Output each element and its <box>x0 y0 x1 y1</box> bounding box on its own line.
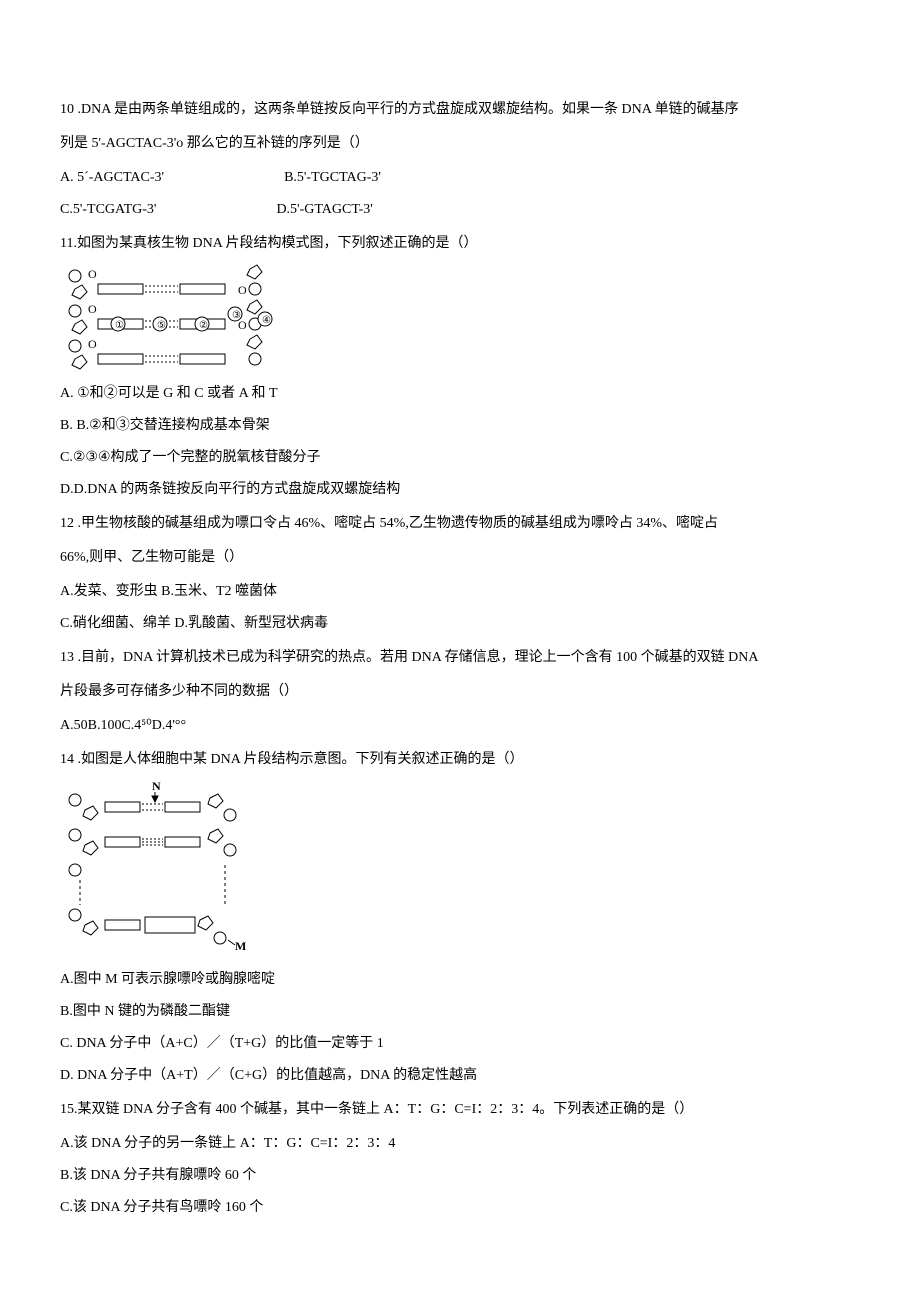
svg-text:M: M <box>235 939 246 953</box>
q11-opt-d: D.D.DNA 的两条链按反向平行的方式盘旋成双螺旋结构 <box>60 476 860 504</box>
q12-stem-line2: 66%,则甲、乙生物可能是（） <box>60 544 860 572</box>
q15-opt-a: A.该 DNA 分子的另一条链上 A：T：G：C=I：2：3：4 <box>60 1130 860 1158</box>
q12-opt-ab: A.发菜、变形虫 B.玉米、T2 噬菌体 <box>60 578 860 606</box>
q10-options-row1: A. 5ˊ-AGCTAC-3' B.5'-TGCTAG-3' <box>60 164 860 192</box>
q15-opt-b: B.该 DNA 分子共有腺嘌呤 60 个 <box>60 1162 860 1190</box>
svg-text:N: N <box>152 780 161 793</box>
q12-opt-cd: C.硝化细菌、绵羊 D.乳酸菌、新型冠状病毒 <box>60 610 860 638</box>
q14-opt-d: D. DNA 分子中（A+T）／（C+G）的比值越高，DNA 的稳定性越高 <box>60 1062 860 1090</box>
svg-text:O: O <box>238 283 247 297</box>
q10-opt-d: D.5'-GTAGCT-3' <box>276 196 372 224</box>
q10-stem-line2: 列是 5'-AGCTAC-3'o 那么它的互补链的序列是（） <box>60 130 860 158</box>
q10-options-row2: C.5'-TCGATG-3' D.5'-GTAGCT-3' <box>60 196 860 224</box>
svg-text:⑤: ⑤ <box>157 320 166 331</box>
q11-opt-b: B. B.②和③交替连接构成基本骨架 <box>60 412 860 440</box>
svg-text:④: ④ <box>262 315 271 326</box>
q15-opt-c: C.该 DNA 分子共有鸟嘌呤 160 个 <box>60 1194 860 1222</box>
svg-text:①: ① <box>115 320 124 331</box>
svg-text:O: O <box>88 267 97 281</box>
svg-text:O: O <box>88 302 97 316</box>
q13-stem-line2: 片段最多可存储多少种不同的数据（） <box>60 678 860 706</box>
svg-text:②: ② <box>199 320 208 331</box>
q14-opt-a: A.图中 M 可表示腺嘌呤或胸腺嘧啶 <box>60 966 860 994</box>
q13-options: A.50B.100C.4⁵⁰D.4'°° <box>60 712 860 740</box>
svg-text:③: ③ <box>232 310 241 321</box>
q14-stem: 14 .如图是人体细胞中某 DNA 片段结构示意图。下列有关叙述正确的是（） <box>60 746 860 774</box>
q14-dna-diagram: N M <box>60 780 260 960</box>
q11-stem: 11.如图为某真核生物 DNA 片段结构模式图，下列叙述正确的是（） <box>60 230 860 258</box>
q11-opt-a: A. ①和②可以是 G 和 C 或者 A 和 T <box>60 380 860 408</box>
q10-opt-a: A. 5ˊ-AGCTAC-3' <box>60 164 164 192</box>
q10-stem-line1: 10 .DNA 是由两条单链组成的，这两条单链按反向平行的方式盘旋成双螺旋结构。… <box>60 96 860 124</box>
q11-opt-c: C.②③④构成了一个完整的脱氧核苷酸分子 <box>60 444 860 472</box>
q11-dna-diagram: O O O O O ① ⑤ ② ③ <box>60 264 280 374</box>
q12-stem-line1: 12 .甲生物核酸的碱基组成为嘌口令占 46%、嘧啶占 54%,乙生物遗传物质的… <box>60 510 860 538</box>
svg-text:O: O <box>88 337 97 351</box>
q10-opt-b: B.5'-TGCTAG-3' <box>284 164 381 192</box>
q14-opt-c: C. DNA 分子中（A+C）／（T+G）的比值一定等于 1 <box>60 1030 860 1058</box>
q13-stem-line1: 13 .目前，DNA 计算机技术已成为科学研究的热点。若用 DNA 存储信息，理… <box>60 644 860 672</box>
q15-stem: 15.某双链 DNA 分子含有 400 个碱基，其中一条链上 A：T：G：C=I… <box>60 1096 860 1124</box>
q10-opt-c: C.5'-TCGATG-3' <box>60 196 156 224</box>
q14-opt-b: B.图中 N 键的为磷酸二酯键 <box>60 998 860 1026</box>
